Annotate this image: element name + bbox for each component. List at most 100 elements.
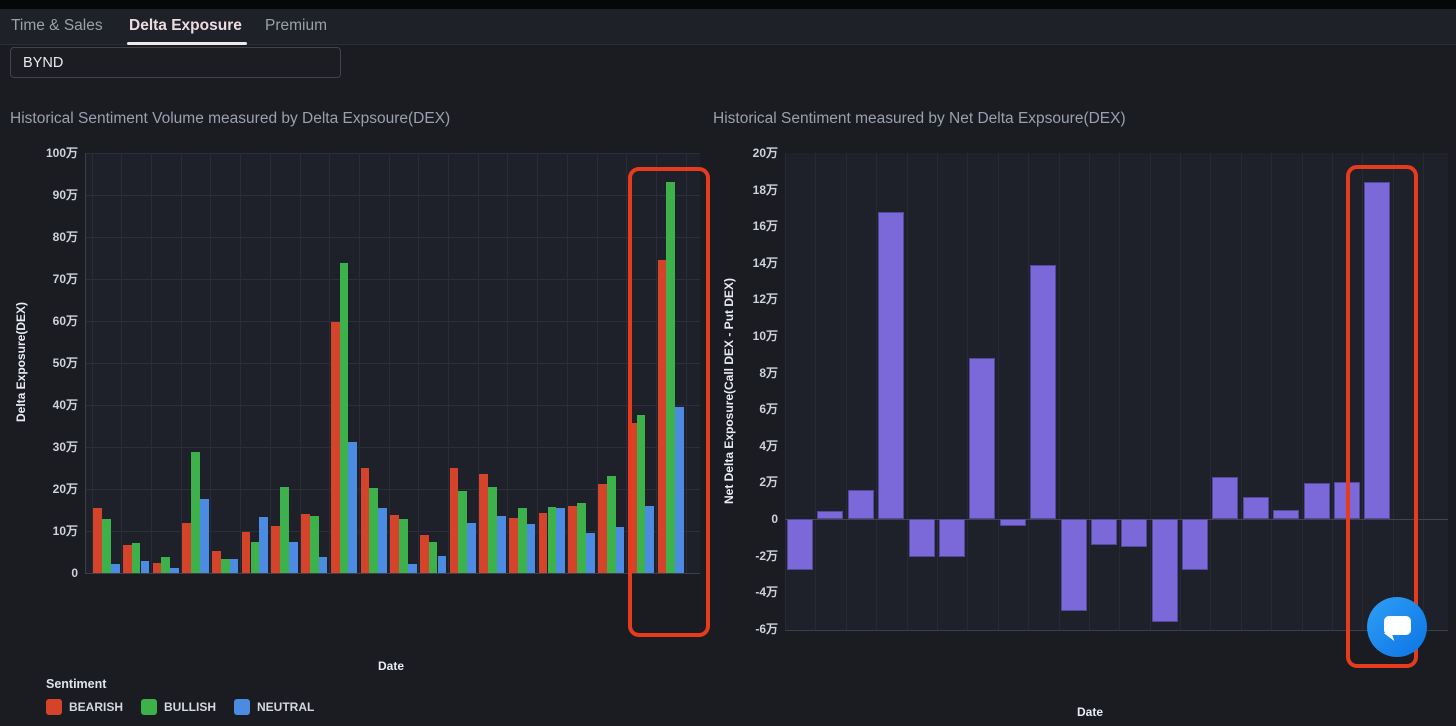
bullish-swatch-icon: [141, 699, 157, 715]
y-tick-label: 20万: [18, 482, 78, 496]
bar-bearish-5[interactable]: [242, 532, 251, 573]
bar-net-dex-14[interactable]: [1212, 477, 1238, 519]
bar-bullish-4[interactable]: [221, 559, 230, 573]
bar-neutral-16[interactable]: [586, 533, 595, 573]
bar-bullish-12[interactable]: [458, 491, 467, 573]
gridline: [240, 153, 241, 573]
bar-bearish-12[interactable]: [450, 468, 459, 573]
chat-widget-button[interactable]: [1367, 597, 1427, 657]
bar-neutral-5[interactable]: [259, 517, 268, 573]
bar-net-dex-4[interactable]: [909, 519, 935, 557]
bar-bullish-14[interactable]: [518, 508, 527, 573]
bar-bullish-15[interactable]: [548, 507, 557, 573]
bar-bearish-11[interactable]: [420, 535, 429, 573]
bar-net-dex-13[interactable]: [1182, 519, 1208, 570]
bar-net-dex-3[interactable]: [878, 212, 904, 519]
bar-net-dex-9[interactable]: [1061, 519, 1087, 611]
bar-bearish-8[interactable]: [331, 322, 340, 573]
bar-net-dex-5[interactable]: [939, 519, 965, 557]
gridline: [937, 153, 938, 630]
bar-net-dex-12[interactable]: [1152, 519, 1178, 622]
bar-net-dex-16[interactable]: [1273, 510, 1299, 519]
bar-neutral-11[interactable]: [438, 556, 447, 573]
tab-premium[interactable]: Premium: [265, 9, 327, 43]
legend-title: Sentiment: [46, 677, 314, 691]
bar-bullish-13[interactable]: [488, 487, 497, 573]
bar-net-dex-2[interactable]: [848, 490, 874, 519]
bar-bullish-9[interactable]: [369, 488, 378, 573]
gridline: [1423, 153, 1424, 630]
bar-neutral-4[interactable]: [230, 559, 239, 573]
bar-bullish-2[interactable]: [161, 557, 170, 573]
bar-net-dex-0[interactable]: [787, 519, 813, 570]
bar-bearish-3[interactable]: [182, 523, 191, 573]
tab-time-and-sales[interactable]: Time & Sales: [11, 9, 103, 43]
bar-net-dex-7[interactable]: [1000, 519, 1026, 526]
bar-bullish-11[interactable]: [429, 542, 438, 574]
bar-bearish-0[interactable]: [93, 508, 102, 573]
bar-neutral-2[interactable]: [170, 568, 179, 573]
bar-bullish-17[interactable]: [607, 476, 616, 573]
bar-neutral-3[interactable]: [200, 499, 209, 573]
bar-bullish-7[interactable]: [310, 516, 319, 573]
bar-bearish-9[interactable]: [361, 468, 370, 573]
bar-bearish-4[interactable]: [212, 551, 221, 573]
bar-bearish-2[interactable]: [153, 563, 162, 573]
bar-bearish-17[interactable]: [598, 484, 607, 573]
bar-neutral-1[interactable]: [141, 561, 150, 573]
bar-neutral-10[interactable]: [408, 564, 417, 573]
bar-bullish-8[interactable]: [340, 263, 349, 573]
bar-neutral-8[interactable]: [348, 442, 357, 573]
gridline: [846, 153, 847, 630]
bar-bearish-16[interactable]: [568, 506, 577, 573]
gridline: [1119, 153, 1120, 630]
bar-neutral-12[interactable]: [467, 523, 476, 573]
gridline: [181, 153, 182, 573]
bar-bearish-13[interactable]: [479, 474, 488, 573]
bar-neutral-14[interactable]: [527, 524, 536, 573]
tab-delta-exposure[interactable]: Delta Exposure: [129, 9, 242, 43]
legend-item-bearish[interactable]: BEARISH: [46, 699, 123, 715]
bar-net-dex-17[interactable]: [1304, 483, 1330, 519]
symbol-input[interactable]: [10, 47, 341, 78]
gridline: [389, 153, 390, 573]
bar-bearish-6[interactable]: [271, 526, 280, 573]
gridline: [815, 153, 816, 630]
bar-bearish-7[interactable]: [301, 514, 310, 573]
bar-bullish-6[interactable]: [280, 487, 289, 573]
gridline: [1089, 153, 1090, 630]
bar-bearish-10[interactable]: [390, 515, 399, 573]
bar-neutral-0[interactable]: [111, 564, 120, 573]
bar-neutral-6[interactable]: [289, 542, 298, 573]
gridline: [1028, 153, 1029, 630]
y-tick-label: 0: [718, 512, 778, 526]
bar-bullish-1[interactable]: [132, 543, 141, 573]
bar-net-dex-8[interactable]: [1030, 265, 1056, 519]
y-tick-label: 70万: [18, 272, 78, 286]
bar-bearish-15[interactable]: [539, 513, 548, 573]
bar-bearish-1[interactable]: [123, 545, 132, 573]
bar-net-dex-15[interactable]: [1243, 497, 1269, 519]
legend-item-bullish[interactable]: BULLISH: [141, 699, 216, 715]
bar-neutral-17[interactable]: [616, 527, 625, 573]
bar-bullish-0[interactable]: [102, 519, 111, 573]
bar-bullish-10[interactable]: [399, 519, 408, 573]
bar-bullish-3[interactable]: [191, 452, 200, 573]
neutral-swatch-icon: [234, 699, 250, 715]
bar-bullish-16[interactable]: [577, 503, 586, 573]
bar-bullish-5[interactable]: [251, 542, 260, 574]
bar-net-dex-1[interactable]: [817, 511, 843, 519]
bar-net-dex-6[interactable]: [969, 358, 995, 519]
y-tick-label: -6万: [718, 622, 778, 636]
legend-item-neutral[interactable]: NEUTRAL: [234, 699, 314, 715]
gridline: [300, 153, 301, 573]
bar-bearish-14[interactable]: [509, 518, 518, 573]
bar-neutral-13[interactable]: [497, 516, 506, 573]
bar-net-dex-10[interactable]: [1091, 519, 1117, 545]
bar-neutral-15[interactable]: [556, 508, 565, 573]
bar-neutral-9[interactable]: [378, 508, 387, 573]
gridline: [85, 195, 700, 196]
y-tick-label: 30万: [18, 440, 78, 454]
bar-net-dex-11[interactable]: [1121, 519, 1147, 547]
bar-neutral-7[interactable]: [319, 557, 328, 573]
